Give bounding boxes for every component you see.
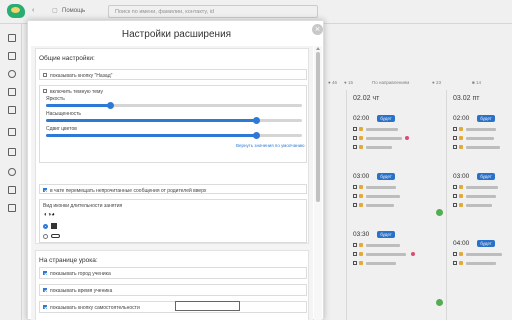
chat-unread-checkbox[interactable]	[43, 188, 47, 192]
option-row[interactable]: показывать кнопку "Назад"	[39, 69, 307, 80]
brightness-slider[interactable]	[46, 102, 302, 109]
hue-slider[interactable]	[46, 132, 302, 139]
brightness-label: Яркость	[46, 96, 65, 102]
option-row[interactable]: показывать город ученика	[39, 267, 307, 279]
option-row[interactable]: показывать время ученика	[39, 284, 307, 296]
settings-modal: Настройки расширения × Общие настройки: …	[27, 20, 324, 320]
option-label: в чате перемещать непрочитанные сообщени…	[50, 188, 207, 194]
option-row[interactable]: в чате перемещать непрочитанные сообщени…	[39, 184, 307, 194]
option-label: показывать город ученика	[50, 271, 111, 277]
duration-label: Вид иконки длительности занятия	[43, 203, 123, 209]
duration-radio[interactable]	[43, 224, 48, 229]
show-back-checkbox[interactable]	[43, 73, 47, 77]
duration-radio[interactable]	[43, 234, 48, 239]
show-time-checkbox[interactable]	[43, 288, 47, 292]
scroll-up-icon[interactable]	[316, 47, 320, 50]
duration-icon-settings: Вид иконки длительности занятия ◐◑◕	[39, 199, 307, 243]
hue-label: Сдвиг цветов	[46, 126, 77, 132]
saturation-label: Насыщенность	[46, 111, 82, 117]
scrollbar-thumb[interactable]	[316, 52, 320, 202]
option-label: показывать кнопку "Назад"	[50, 73, 113, 79]
duration-square-icon	[51, 223, 57, 229]
option-label: показывать время ученика	[50, 288, 113, 294]
modal-title: Настройки расширения	[121, 29, 232, 40]
option-label: включить темную тему	[50, 89, 104, 95]
section-title: На странице урока:	[39, 257, 98, 264]
duration-circle-icon[interactable]: ◐◑◕	[44, 212, 55, 218]
option-label: показывать кнопку самостоятельности	[50, 305, 140, 311]
general-settings-section: Общие настройки: показывать кнопку "Наза…	[35, 48, 309, 244]
lesson-settings-section: На странице урока: показывать город учен…	[35, 250, 309, 320]
scrollbar[interactable]	[314, 46, 322, 320]
close-icon[interactable]: ×	[312, 24, 323, 35]
show-self-btn-checkbox[interactable]	[43, 305, 47, 309]
theme-settings: включить темную тему Яркость Насыщенност…	[39, 85, 307, 163]
partial-input[interactable]	[175, 301, 240, 311]
modal-body: Общие настройки: показывать кнопку "Наза…	[31, 46, 313, 320]
dark-theme-checkbox[interactable]	[43, 89, 47, 93]
reset-defaults-link[interactable]: Вернуть значения по умолчанию	[236, 143, 305, 148]
duration-pill-icon	[51, 234, 60, 238]
option-row[interactable]: показывать кнопку самостоятельности	[39, 301, 307, 313]
saturation-slider[interactable]	[46, 117, 302, 124]
show-city-checkbox[interactable]	[43, 271, 47, 275]
section-title: Общие настройки:	[39, 55, 95, 62]
